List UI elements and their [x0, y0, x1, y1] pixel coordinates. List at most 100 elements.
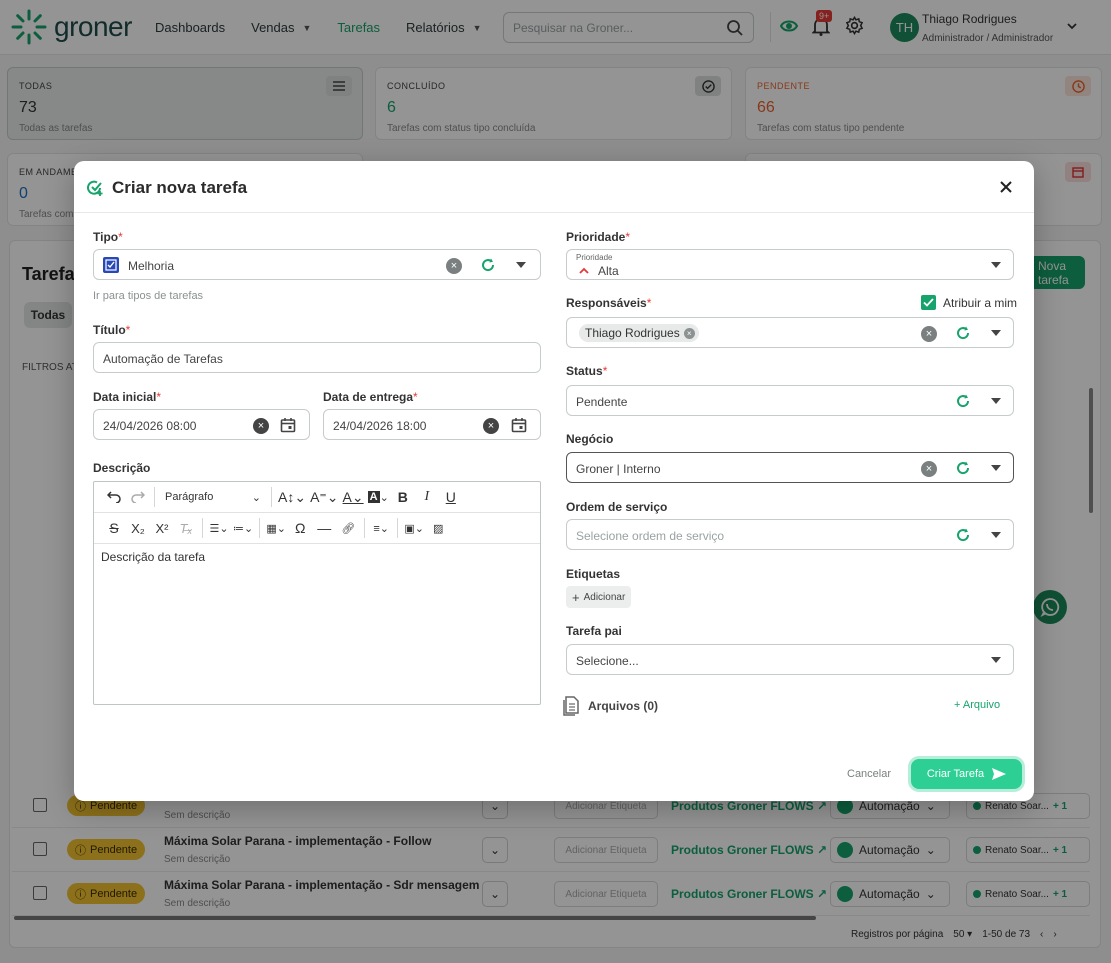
modal-title: Criar nova tarefa	[112, 178, 248, 197]
create-task-button[interactable]: Criar Tarefa	[911, 759, 1022, 789]
editor-toolbar-row-2: S X₂ X² T̶ₓ ☰⌄ ≔⌄ ▦⌄ Ω — 🔗︎ ≡⌄ ▣⌄ ▨	[94, 513, 540, 544]
cancel-button[interactable]: Cancelar	[847, 768, 891, 780]
horizontal-line-icon[interactable]: —	[312, 516, 336, 540]
label-text: Status	[566, 364, 603, 378]
close-icon[interactable]	[998, 179, 1014, 195]
chevron-down-icon: ⌄	[251, 491, 261, 504]
toolbar-separator	[271, 487, 272, 507]
toolbar-separator	[364, 518, 366, 538]
font-family-icon[interactable]: A⁼⌄	[308, 485, 340, 509]
align-icon[interactable]: ≡⌄	[369, 516, 393, 540]
caret-down-icon[interactable]	[991, 532, 1001, 538]
highlight-color-icon[interactable]: A ⌄	[366, 485, 391, 509]
assign-me-checkbox[interactable]	[921, 295, 936, 310]
caret-down-icon[interactable]	[991, 330, 1001, 336]
editor-content[interactable]: Descrição da tarefa	[101, 550, 205, 564]
responsaveis-label: Responsáveis*	[566, 296, 651, 310]
refresh-icon[interactable]	[955, 460, 971, 476]
titulo-input[interactable]: Automação de Tarefas	[93, 342, 541, 373]
numbered-list-icon[interactable]: ≔⌄	[231, 516, 255, 540]
special-char-icon[interactable]: Ω	[288, 516, 312, 540]
label-text: Data de entrega	[323, 390, 414, 404]
label-text: Tipo	[93, 230, 119, 244]
tipo-select[interactable]: Melhoria ×	[93, 249, 541, 280]
underline-icon[interactable]: U	[439, 485, 463, 509]
prioridade-floating-label: Prioridade	[576, 253, 613, 262]
clear-format-icon[interactable]: T̶ₓ	[174, 516, 198, 540]
image-icon[interactable]: ▨	[426, 516, 450, 540]
undo-icon[interactable]	[102, 485, 126, 509]
editor-toolbar-row-1: Parágrafo ⌄ A↕⌄ A⁼⌄ A⌄ A ⌄ B I U	[94, 482, 540, 513]
assign-me-label[interactable]: Atribuir a mim	[943, 296, 1017, 310]
label-text: Data inicial	[93, 390, 157, 404]
required-mark: *	[625, 230, 631, 244]
chip-remove-icon[interactable]: ×	[683, 327, 695, 339]
clear-icon[interactable]: ×	[446, 258, 462, 274]
document-icon	[563, 696, 579, 716]
caret-down-icon[interactable]	[516, 262, 526, 268]
ordem-servico-label: Ordem de serviço	[566, 500, 668, 514]
prioridade-value: Alta	[598, 264, 619, 278]
label-text: Prioridade	[566, 230, 626, 244]
data-entrega-input[interactable]: 24/04/2026 18:00 ×	[323, 409, 541, 440]
refresh-icon[interactable]	[955, 325, 971, 341]
negocio-select[interactable]: Groner | Interno ×	[566, 452, 1014, 483]
redo-icon[interactable]	[126, 485, 150, 509]
data-inicial-value: 24/04/2026 08:00	[103, 419, 197, 433]
bold-icon[interactable]: B	[391, 485, 415, 509]
link-icon[interactable]: 🔗︎	[336, 516, 360, 540]
clear-icon[interactable]: ×	[253, 418, 269, 434]
subscript-icon[interactable]: X₂	[126, 516, 150, 540]
status-value: Pendente	[576, 395, 628, 409]
refresh-icon[interactable]	[955, 393, 971, 409]
font-size-icon[interactable]: A↕⌄	[276, 485, 308, 509]
data-inicial-input[interactable]: 24/04/2026 08:00 ×	[93, 409, 310, 440]
superscript-icon[interactable]: X²	[150, 516, 174, 540]
label-text: Título	[93, 323, 126, 337]
table-icon[interactable]: ▦⌄	[264, 516, 288, 540]
refresh-icon[interactable]	[955, 527, 971, 543]
refresh-icon[interactable]	[480, 257, 496, 273]
caret-down-icon[interactable]	[991, 465, 1001, 471]
calendar-icon[interactable]	[280, 417, 296, 433]
data-entrega-value: 24/04/2026 18:00	[333, 419, 427, 433]
add-file-button[interactable]: + Arquivo	[954, 699, 1000, 711]
responsaveis-select[interactable]: Thiago Rodrigues × ×	[566, 317, 1014, 348]
modal-header: Criar nova tarefa	[74, 161, 1034, 213]
image-upload-icon[interactable]: ▣⌄	[402, 516, 426, 540]
clear-icon[interactable]: ×	[921, 461, 937, 477]
tipo-value: Melhoria	[128, 259, 175, 273]
status-label: Status*	[566, 364, 607, 378]
toolbar-separator	[154, 487, 155, 507]
bullet-list-icon[interactable]: ☰⌄	[207, 516, 231, 540]
paragraph-format-select[interactable]: Parágrafo ⌄	[159, 485, 267, 509]
add-tag-button[interactable]: + Adicionar	[566, 586, 632, 608]
descricao-label: Descrição	[93, 461, 151, 475]
tarefa-pai-label: Tarefa pai	[566, 624, 622, 638]
italic-icon[interactable]: I	[415, 485, 439, 509]
caret-down-icon[interactable]	[991, 262, 1001, 268]
clear-icon[interactable]: ×	[483, 418, 499, 434]
tipo-label: Tipo*	[93, 230, 123, 244]
tipo-hint-link[interactable]: Ir para tipos de tarefas	[93, 290, 203, 302]
caret-down-icon[interactable]	[991, 657, 1001, 663]
titulo-value: Automação de Tarefas	[103, 352, 223, 366]
clear-icon[interactable]: ×	[921, 326, 937, 342]
melhoria-type-icon	[103, 257, 119, 273]
font-color-icon[interactable]: A⌄	[341, 485, 366, 509]
caret-down-icon[interactable]	[991, 398, 1001, 404]
titulo-label: Título*	[93, 323, 130, 337]
status-select[interactable]: Pendente	[566, 385, 1014, 416]
tarefa-pai-select[interactable]: Selecione...	[566, 644, 1014, 675]
prioridade-select[interactable]: Prioridade Alta	[566, 249, 1014, 280]
chip-label: Thiago Rodrigues	[585, 326, 680, 340]
required-mark: *	[646, 296, 652, 310]
strikethrough-icon[interactable]: S	[102, 516, 126, 540]
data-inicial-label: Data inicial*	[93, 390, 161, 404]
add-tag-label: Adicionar	[583, 591, 626, 603]
files-section: Arquivos (0)	[562, 696, 658, 716]
calendar-icon[interactable]	[511, 417, 527, 433]
data-entrega-label: Data de entrega*	[323, 390, 418, 404]
ordem-servico-select[interactable]: Selecione ordem de serviço	[566, 519, 1014, 550]
required-mark: *	[118, 230, 123, 244]
